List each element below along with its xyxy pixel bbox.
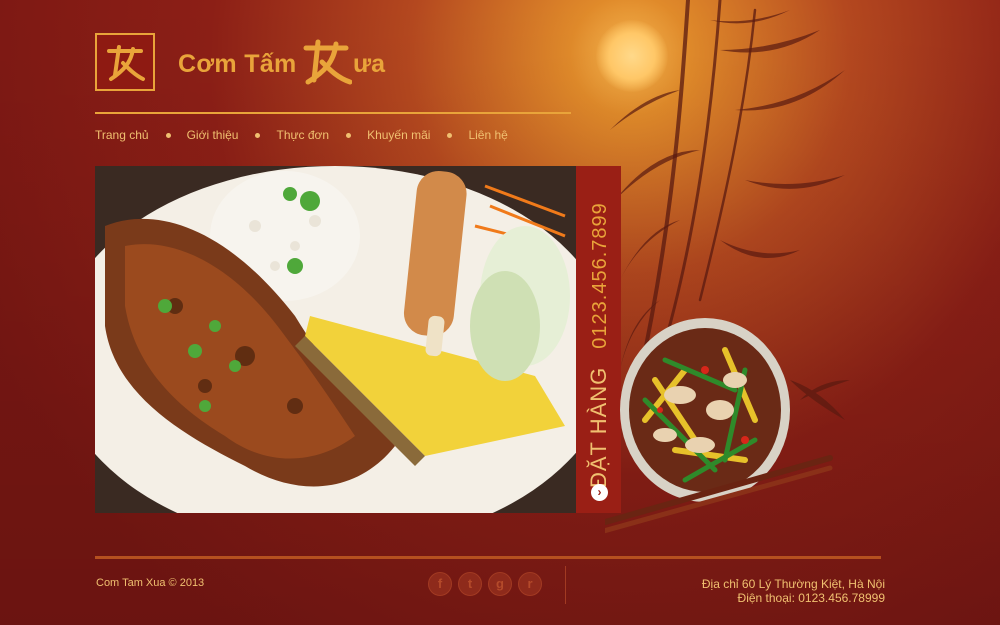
- address-text: Địa chỉ 60 Lý Thường Kiệt, Hà Nội: [701, 577, 885, 591]
- logo[interactable]: [95, 33, 155, 91]
- google-plus-icon[interactable]: g: [488, 572, 512, 596]
- main-nav: Trang chủ Giới thiệu Thực đơn Khuyến mãi…: [95, 128, 508, 142]
- nav-separator: [346, 132, 352, 138]
- twitter-icon[interactable]: t: [458, 572, 482, 596]
- nav-item-contact[interactable]: Liên hệ: [468, 128, 507, 142]
- facebook-icon[interactable]: f: [428, 572, 452, 596]
- header-divider: [95, 112, 571, 114]
- footer-separator: [565, 566, 566, 604]
- brand-name-part2: ưa: [353, 50, 386, 78]
- phone-text: Điện thoại: 0123.456.78999: [737, 591, 885, 605]
- nav-item-about[interactable]: Giới thiệu: [187, 128, 239, 142]
- stir-fry-bowl-image: [605, 318, 833, 534]
- nav-item-menu[interactable]: Thực đơn: [276, 128, 329, 142]
- copyright-text: Com Tam Xua © 2013: [96, 577, 205, 589]
- nav-item-home[interactable]: Trang chủ: [95, 128, 149, 142]
- social-links: f t g r: [428, 572, 542, 596]
- nav-item-promotions[interactable]: Khuyến mãi: [367, 128, 430, 142]
- nav-separator: [255, 132, 261, 138]
- brand-name-part1: Cơm Tấm: [178, 50, 297, 78]
- logo-mark-icon: [107, 45, 145, 81]
- footer-divider: [95, 556, 881, 559]
- nav-separator: [165, 132, 171, 138]
- rss-icon[interactable]: r: [518, 572, 542, 596]
- nav-separator: [447, 132, 453, 138]
- contact-info: Địa chỉ 60 Lý Thường Kiệt, Hà Nội Điện t…: [702, 577, 885, 605]
- brand-x-glyph-icon: [303, 39, 352, 85]
- hero-food-photo: [95, 166, 576, 513]
